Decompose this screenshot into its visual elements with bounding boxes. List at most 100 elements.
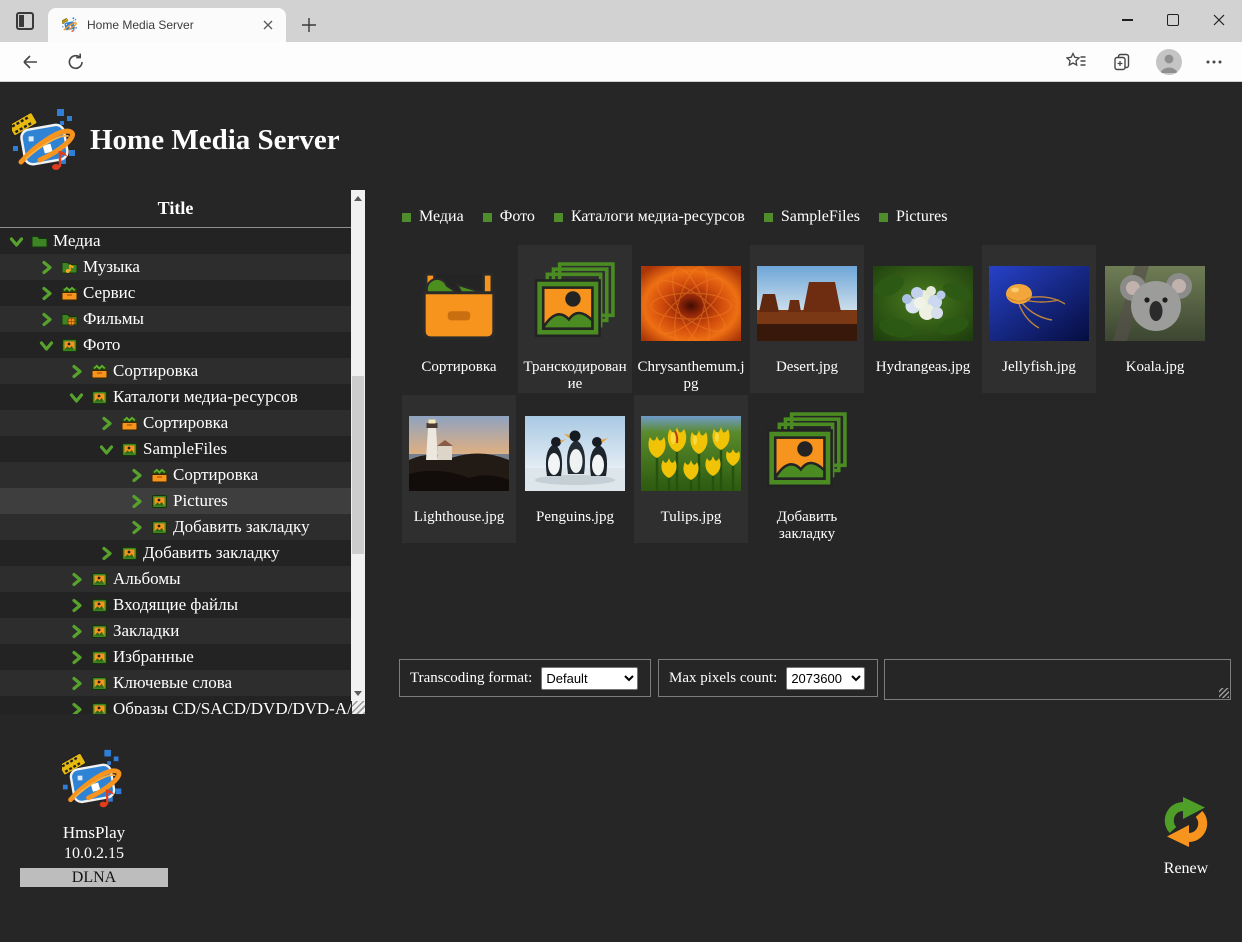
tree-header: Title <box>0 190 351 228</box>
chevron-right-icon[interactable] <box>38 311 55 328</box>
chevron-right-icon[interactable] <box>38 259 55 276</box>
chevron-down-icon[interactable] <box>98 441 115 458</box>
tree-item[interactable]: Альбомы <box>0 566 351 592</box>
chevron-down-icon[interactable] <box>38 337 55 354</box>
tree-item[interactable]: Закладки <box>0 618 351 644</box>
tree-item[interactable]: Каталоги медиа-ресурсов <box>0 384 351 410</box>
breadcrumb-bullet-icon <box>764 213 773 222</box>
refresh-icon[interactable] <box>66 52 86 72</box>
tree-item[interactable]: Ключевые слова <box>0 670 351 696</box>
collections-icon[interactable] <box>1112 52 1132 72</box>
tree-item[interactable]: Добавить закладку <box>0 540 351 566</box>
chevron-right-icon[interactable] <box>68 649 85 666</box>
new-tab-icon[interactable] <box>300 16 318 34</box>
favorites-bar-icon[interactable] <box>1066 52 1086 72</box>
tree-item[interactable]: Добавить закладку <box>0 514 351 540</box>
tree-scrollbar[interactable] <box>351 190 365 701</box>
tree-item-label: Входящие файлы <box>113 595 238 615</box>
tile-label: Hydrangeas.jpg <box>866 359 980 376</box>
grid-tile[interactable]: Транскодирование <box>518 245 632 393</box>
tree-item-label: SampleFiles <box>143 439 227 459</box>
screen: Home Media Server https://10.0.2.15:4539… <box>0 0 1242 942</box>
grid-tile[interactable]: Koala.jpg <box>1098 245 1212 393</box>
tree-item[interactable]: Входящие файлы <box>0 592 351 618</box>
chevron-right-icon[interactable] <box>128 493 145 510</box>
notes-resize-grip[interactable] <box>1219 688 1229 698</box>
max-pixels-select[interactable]: 2073600 <box>786 667 865 690</box>
grid-tile[interactable]: Chrysanthemum.jpg <box>634 245 748 393</box>
tree-item[interactable]: Сортировка <box>0 410 351 436</box>
minimize-button[interactable] <box>1104 0 1150 40</box>
tree-item[interactable]: Pictures <box>0 488 351 514</box>
toolbox-icon <box>402 255 516 351</box>
tree-item[interactable]: Сервис <box>0 280 351 306</box>
films-icon <box>61 311 78 328</box>
scrollbar-thumb[interactable] <box>352 376 364 554</box>
grid-tile[interactable]: Добавить закладку <box>750 395 864 543</box>
chevron-down-icon[interactable] <box>8 233 25 250</box>
photo-thumbnail <box>402 405 516 501</box>
back-icon[interactable] <box>20 52 40 72</box>
chevron-right-icon[interactable] <box>128 467 145 484</box>
photo-thumbnail <box>634 405 748 501</box>
breadcrumb-bullet-icon <box>402 213 411 222</box>
breadcrumb-item[interactable]: Фото <box>483 208 535 226</box>
chevron-down-icon[interactable] <box>68 389 85 406</box>
photo-icon <box>91 675 108 692</box>
breadcrumb-label: Каталоги медиа-ресурсов <box>571 208 745 226</box>
notes-textarea[interactable] <box>885 660 1230 699</box>
breadcrumb-item[interactable]: Медиа <box>402 208 464 226</box>
scroll-up-icon[interactable] <box>351 191 365 205</box>
chevron-right-icon[interactable] <box>128 519 145 536</box>
tree-item[interactable]: Образы CD/SACD/DVD/DVD-A/BL <box>0 696 351 714</box>
chevron-right-icon[interactable] <box>68 623 85 640</box>
chevron-right-icon[interactable] <box>98 545 115 562</box>
breadcrumb-item[interactable]: Pictures <box>879 208 948 226</box>
photo-thumbnail <box>982 255 1096 351</box>
grid-tile[interactable]: Hydrangeas.jpg <box>866 245 980 393</box>
transcoding-format-select[interactable]: Default <box>541 667 638 690</box>
breadcrumb-label: Медиа <box>419 208 464 226</box>
breadcrumb-item[interactable]: SampleFiles <box>764 208 860 226</box>
chevron-right-icon[interactable] <box>68 675 85 692</box>
chevron-right-icon[interactable] <box>68 363 85 380</box>
transcoding-format-group: Transcoding format: Default <box>399 659 651 697</box>
grid-tile[interactable]: Penguins.jpg <box>518 395 632 543</box>
chevron-right-icon[interactable] <box>38 285 55 302</box>
chevron-right-icon[interactable] <box>68 571 85 588</box>
chevron-right-icon[interactable] <box>68 597 85 614</box>
transcoding-format-label: Transcoding format: <box>410 670 532 687</box>
tab-actions-icon[interactable] <box>16 12 34 30</box>
scroll-down-icon[interactable] <box>351 686 365 700</box>
tree-item[interactable]: Сортировка <box>0 358 351 384</box>
tree-item[interactable]: Музыка <box>0 254 351 280</box>
tree-item[interactable]: SampleFiles <box>0 436 351 462</box>
player-protocol-button[interactable]: DLNA <box>20 868 168 887</box>
tree-item[interactable]: Сортировка <box>0 462 351 488</box>
renew-button[interactable]: Renew <box>1152 794 1220 878</box>
grid-tile[interactable]: Desert.jpg <box>750 245 864 393</box>
grid-tile[interactable]: Jellyfish.jpg <box>982 245 1096 393</box>
tree-item-label: Добавить закладку <box>143 543 280 563</box>
tree-item[interactable]: Избранные <box>0 644 351 670</box>
browser-tab[interactable]: Home Media Server <box>48 8 286 42</box>
grid-tile[interactable]: Lighthouse.jpg <box>402 395 516 543</box>
photo-thumbnail <box>518 405 632 501</box>
chevron-right-icon[interactable] <box>98 415 115 432</box>
tile-label: Koala.jpg <box>1098 359 1212 376</box>
tree-item[interactable]: Медиа <box>0 228 351 254</box>
close-window-button[interactable] <box>1196 0 1242 40</box>
tree-item[interactable]: Фильмы <box>0 306 351 332</box>
tree-item[interactable]: Фото <box>0 332 351 358</box>
maximize-button[interactable] <box>1150 0 1196 40</box>
more-icon[interactable] <box>1204 52 1224 72</box>
profile-avatar[interactable] <box>1156 49 1182 75</box>
grid-tile[interactable]: Tulips.jpg <box>634 395 748 543</box>
breadcrumb-item[interactable]: Каталоги медиа-ресурсов <box>554 208 745 226</box>
tree-item-label: Музыка <box>83 257 140 277</box>
close-tab-icon[interactable] <box>260 17 276 33</box>
chevron-right-icon[interactable] <box>68 701 85 715</box>
player-entry[interactable]: HmsPlay 10.0.2.15 DLNA <box>20 748 168 887</box>
grid-tile[interactable]: Сортировка <box>402 245 516 393</box>
tree-resize-grip[interactable] <box>352 701 365 714</box>
